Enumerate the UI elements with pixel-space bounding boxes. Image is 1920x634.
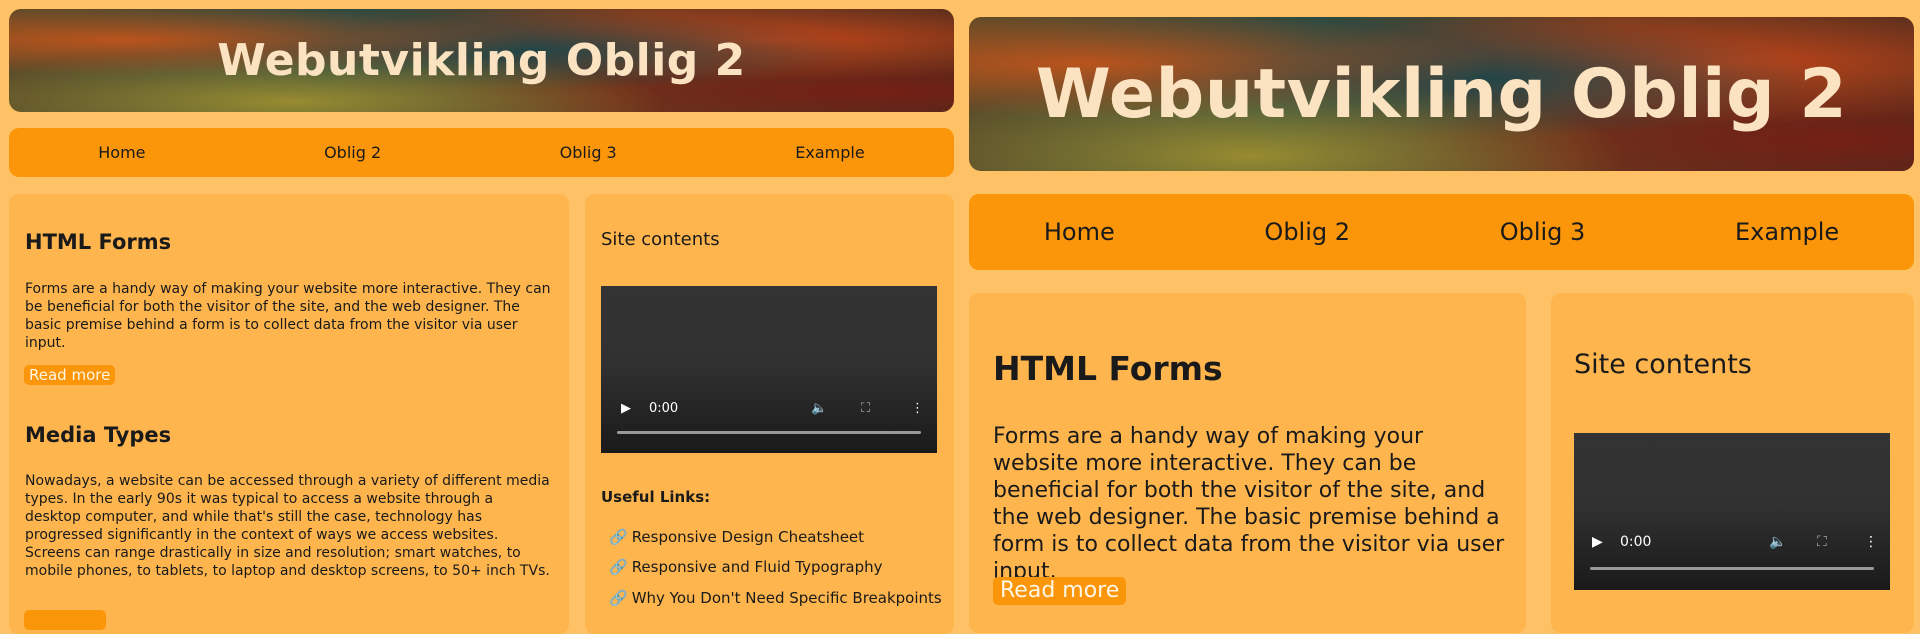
heading-html-forms: HTML Forms <box>993 349 1223 388</box>
media-types-text: Nowadays, a website can be accessed thro… <box>25 473 550 579</box>
nav-oblig-2[interactable]: Oblig 2 <box>324 143 381 162</box>
link-icon: 🔗 <box>609 589 628 607</box>
play-icon[interactable]: ▶ <box>621 401 631 416</box>
main-content: HTML Forms Forms are a handy way of maki… <box>969 293 1526 633</box>
link-responsive-cheatsheet[interactable]: 🔗 Responsive Design Cheatsheet <box>609 528 864 546</box>
site-contents-heading: Site contents <box>1574 349 1752 380</box>
nav-oblig-3[interactable]: Oblig 3 <box>560 143 617 162</box>
nav-home[interactable]: Home <box>98 143 145 162</box>
fullscreen-icon[interactable]: ⛶ <box>861 401 870 416</box>
html-forms-text: Forms are a handy way of making your web… <box>993 424 1505 584</box>
play-icon[interactable]: ▶ <box>1592 534 1603 550</box>
site-banner: Webutvikling Oblig 2 <box>9 9 954 112</box>
video-player[interactable]: ▶ 0:00 🔈 ⛶ ⋮ <box>1574 433 1890 590</box>
heading-html-forms: HTML Forms <box>25 230 172 254</box>
video-time: 0:00 <box>649 400 679 416</box>
site-title: Webutvikling Oblig 2 <box>1035 54 1848 134</box>
more-options-icon[interactable]: ⋮ <box>911 401 924 416</box>
link-icon: 🔗 <box>609 528 628 546</box>
useful-links-heading: Useful Links: <box>601 488 711 506</box>
aside-site-contents: Site contents ▶ 0:00 🔈 ⛶ ⋮ <box>1551 293 1914 633</box>
nav-example[interactable]: Example <box>795 143 864 162</box>
link-icon: 🔗 <box>609 558 628 576</box>
site-banner: Webutvikling Oblig 2 <box>969 17 1914 171</box>
fullscreen-icon[interactable]: ⛶ <box>1817 534 1827 550</box>
main-nav: Home Oblig 2 Oblig 3 Example <box>9 128 954 177</box>
mute-icon[interactable]: 🔈 <box>811 401 827 416</box>
mute-icon[interactable]: 🔈 <box>1769 534 1786 550</box>
site-contents-heading: Site contents <box>601 229 720 250</box>
nav-oblig-2[interactable]: Oblig 2 <box>1264 218 1350 246</box>
html-forms-text: Forms are a handy way of making your web… <box>25 281 551 351</box>
aside-site-contents: Site contents ▶ 0:00 🔈 ⛶ ⋮ Useful Links:… <box>585 194 954 634</box>
read-more-button-2[interactable] <box>24 610 106 630</box>
video-time: 0:00 <box>1620 534 1652 550</box>
heading-media-types: Media Types <box>25 423 172 447</box>
link-breakpoints[interactable]: 🔗 Why You Don't Need Specific Breakpoint… <box>609 589 942 607</box>
main-nav: Home Oblig 2 Oblig 3 Example <box>969 194 1914 270</box>
video-progress-bar[interactable] <box>617 431 921 434</box>
video-player[interactable]: ▶ 0:00 🔈 ⛶ ⋮ <box>601 286 937 453</box>
more-options-icon[interactable]: ⋮ <box>1864 534 1878 550</box>
main-content: HTML Forms Forms are a handy way of maki… <box>9 194 569 634</box>
nav-example[interactable]: Example <box>1735 218 1839 246</box>
read-more-button[interactable]: Read more <box>24 365 116 385</box>
nav-oblig-3[interactable]: Oblig 3 <box>1500 218 1586 246</box>
nav-home[interactable]: Home <box>1044 218 1115 246</box>
video-progress-bar[interactable] <box>1590 567 1874 570</box>
link-fluid-typography[interactable]: 🔗 Responsive and Fluid Typography <box>609 558 882 576</box>
site-title: Webutvikling Oblig 2 <box>217 35 746 86</box>
read-more-button[interactable]: Read more <box>993 577 1127 605</box>
